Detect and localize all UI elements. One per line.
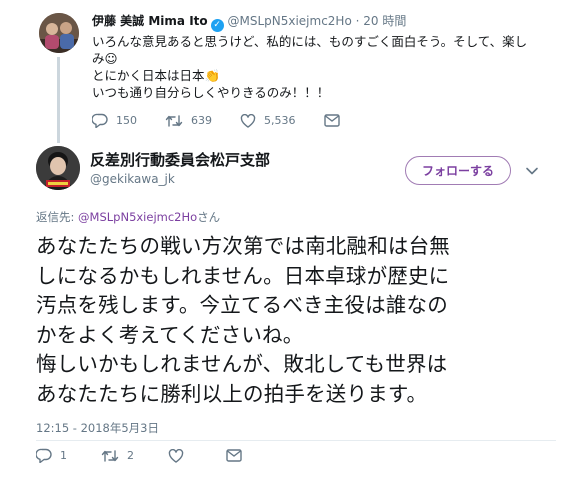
main-text-line: しになるかもしれません。日本卓球が歴史に	[36, 263, 450, 288]
main-action-bar: 1 2	[36, 448, 284, 463]
thread-connector-line	[57, 57, 60, 143]
reply-suffix: さん	[197, 210, 221, 224]
heart-icon	[168, 448, 184, 463]
tweet-thread: 伊藤 美誠 Mima Ito ✓ @MSLpN5xiejmc2Ho · 20 時間…	[0, 0, 574, 479]
parent-reply-count: 150	[116, 114, 137, 127]
parent-action-bar: 150 639 5,536	[92, 113, 376, 128]
main-display-name[interactable]: 反差別行動委員会松戸支部	[90, 149, 270, 170]
parent-tweet-text: いろんな意見あると思うけど、私的には、ものすごく面白そう。そして、楽し み☺ と…	[92, 33, 547, 101]
main-retweet-count: 2	[127, 449, 134, 462]
envelope-icon	[323, 114, 340, 127]
parent-like-count: 5,536	[264, 114, 296, 127]
main-tweet-text: あなたたちの戦い方次第では南北融和は台無 しになるかもしれません。日本卓球が歴史…	[36, 232, 556, 409]
divider	[36, 440, 556, 441]
reply-prefix: 返信先:	[36, 210, 79, 224]
parent-retweet-count: 639	[191, 114, 212, 127]
main-avatar[interactable]	[36, 146, 80, 190]
parent-tweet-header: 伊藤 美誠 Mima Ito ✓ @MSLpN5xiejmc2Ho · 20 時間	[92, 13, 406, 32]
parent-display-name[interactable]: 伊藤 美誠 Mima Ito	[92, 14, 208, 28]
chevron-down-icon[interactable]	[525, 163, 539, 177]
verified-badge-icon: ✓	[210, 19, 224, 32]
reply-icon	[36, 448, 52, 463]
main-retweet-button[interactable]: 2	[101, 449, 134, 463]
tweet-timestamp[interactable]: 12:15 - 2018年5月3日	[36, 420, 159, 436]
main-text-line: あなたたちの戦い方次第では南北融和は台無	[36, 234, 450, 258]
parent-retweet-button[interactable]: 639	[165, 114, 212, 128]
parent-text-line: とにかく日本は日本👏	[92, 68, 221, 83]
parent-text-line: み☺	[92, 51, 118, 66]
parent-text-line: いろんな意見あると思うけど、私的には、ものすごく面白そう。そして、楽し	[92, 34, 528, 49]
main-text-line: かをよく考えてくださいね。	[36, 322, 304, 347]
main-reply-count: 1	[60, 449, 67, 462]
main-like-button[interactable]	[168, 448, 192, 463]
parent-text-line: いつも通り自分らしくやりきるのみ！！！	[92, 85, 330, 100]
heart-icon	[240, 113, 256, 128]
retweet-icon	[101, 449, 119, 463]
parent-avatar[interactable]	[39, 13, 79, 53]
reply-icon	[92, 113, 108, 128]
parent-like-button[interactable]: 5,536	[240, 113, 296, 128]
follow-button[interactable]: フォローする	[405, 156, 511, 185]
main-text-line: あなたたちに勝利以上の拍手を送ります。	[36, 381, 428, 406]
parent-time[interactable]: 20 時間	[363, 14, 406, 28]
reply-mention-link[interactable]: @MSLpN5xiejmc2Ho	[78, 210, 197, 224]
parent-dm-button[interactable]	[323, 114, 348, 127]
retweet-icon	[165, 114, 183, 128]
main-dm-button[interactable]	[226, 449, 250, 462]
main-text-line: 悔しいかもしれませんが、敗北しても世界は	[36, 352, 448, 376]
header-separator: ·	[355, 14, 360, 28]
main-reply-button[interactable]: 1	[36, 448, 67, 463]
parent-reply-button[interactable]: 150	[92, 113, 137, 128]
parent-handle[interactable]: @MSLpN5xiejmc2Ho	[227, 14, 351, 28]
replying-to: 返信先: @MSLpN5xiejmc2Hoさん	[36, 209, 220, 225]
main-text-line: 汚点を残します。今立てるべき主役は誰なの	[36, 293, 448, 317]
envelope-icon	[226, 449, 242, 462]
main-handle[interactable]: @gekikawa_jk	[90, 172, 175, 186]
